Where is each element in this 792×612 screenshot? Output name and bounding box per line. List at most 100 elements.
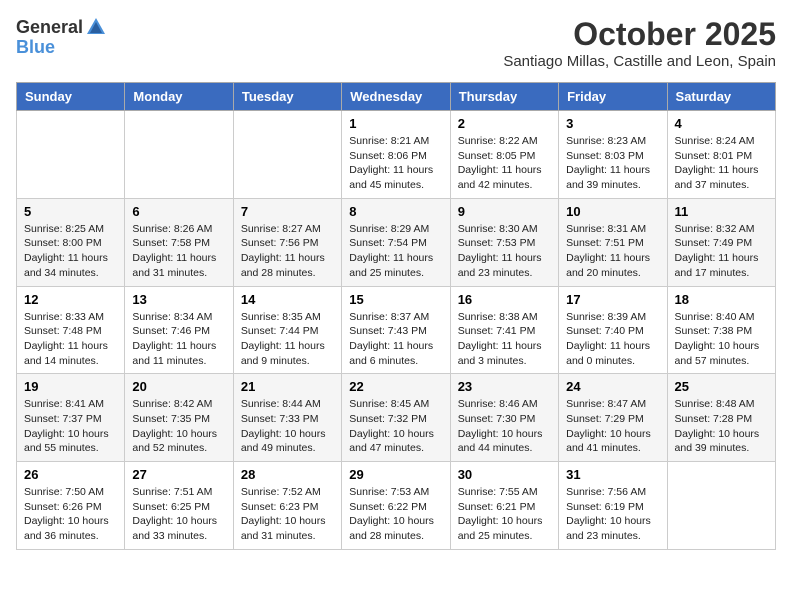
day-info: Sunrise: 8:38 AM Sunset: 7:41 PM Dayligh… — [458, 310, 551, 369]
day-number: 2 — [458, 116, 551, 131]
calendar-cell — [667, 462, 775, 550]
day-info: Sunrise: 8:34 AM Sunset: 7:46 PM Dayligh… — [132, 310, 225, 369]
calendar-cell: 27Sunrise: 7:51 AM Sunset: 6:25 PM Dayli… — [125, 462, 233, 550]
day-number: 24 — [566, 379, 659, 394]
day-number: 30 — [458, 467, 551, 482]
day-info: Sunrise: 8:27 AM Sunset: 7:56 PM Dayligh… — [241, 222, 334, 281]
day-info: Sunrise: 8:30 AM Sunset: 7:53 PM Dayligh… — [458, 222, 551, 281]
title-area: October 2025 Santiago Millas, Castille a… — [503, 16, 776, 70]
calendar-week-row: 26 Sunrise: 7:50 AM Sunset: 6:26 PM Dayli… — [17, 462, 776, 550]
day-number: 29 — [349, 467, 442, 482]
calendar-cell: 13 Sunrise: 8:34 AM Sunset: 7:46 PM Dayli… — [125, 286, 233, 374]
calendar-cell: 30 Sunrise: 7:55 AM Sunset: 6:21 PM Dayli… — [450, 462, 558, 550]
day-number: 3 — [566, 116, 659, 131]
weekday-header-row: SundayMondayTuesdayWednesdayThursdayFrid… — [17, 83, 776, 111]
calendar-cell: 1 Sunrise: 8:21 AM Sunset: 8:06 PM Daylig… — [342, 111, 450, 199]
day-info: Sunrise: 8:40 AM Sunset: 7:38 PM Dayligh… — [675, 310, 768, 369]
calendar-cell — [125, 111, 233, 199]
day-number: 14 — [241, 292, 334, 307]
day-number: 6 — [132, 204, 225, 219]
day-info: Sunrise: 8:31 AM Sunset: 7:51 PM Dayligh… — [566, 222, 659, 281]
calendar-cell: 18Sunrise: 8:40 AM Sunset: 7:38 PM Dayli… — [667, 286, 775, 374]
day-number: 11 — [675, 204, 768, 219]
weekday-header-sunday: Sunday — [17, 83, 125, 111]
calendar-cell: 5 Sunrise: 8:25 AM Sunset: 8:00 PM Daylig… — [17, 198, 125, 286]
day-info: Sunrise: 8:35 AM Sunset: 7:44 PM Dayligh… — [241, 310, 334, 369]
day-info: Sunrise: 7:56 AM Sunset: 6:19 PM Dayligh… — [566, 485, 659, 544]
weekday-header-saturday: Saturday — [667, 83, 775, 111]
calendar-cell: 9 Sunrise: 8:30 AM Sunset: 7:53 PM Daylig… — [450, 198, 558, 286]
day-number: 22 — [349, 379, 442, 394]
day-info: Sunrise: 8:21 AM Sunset: 8:06 PM Dayligh… — [349, 134, 442, 193]
calendar-cell: 22Sunrise: 8:45 AM Sunset: 7:32 PM Dayli… — [342, 374, 450, 462]
day-info: Sunrise: 8:47 AM Sunset: 7:29 PM Dayligh… — [566, 397, 659, 456]
calendar-week-row: 5 Sunrise: 8:25 AM Sunset: 8:00 PM Daylig… — [17, 198, 776, 286]
day-number: 1 — [349, 116, 442, 131]
day-number: 4 — [675, 116, 768, 131]
day-info: Sunrise: 7:53 AM Sunset: 6:22 PM Dayligh… — [349, 485, 442, 544]
day-info: Sunrise: 8:24 AM Sunset: 8:01 PM Dayligh… — [675, 134, 768, 193]
day-number: 13 — [132, 292, 225, 307]
day-number: 31 — [566, 467, 659, 482]
day-number: 15 — [349, 292, 442, 307]
day-info: Sunrise: 8:32 AM Sunset: 7:49 PM Dayligh… — [675, 222, 768, 281]
day-number: 16 — [458, 292, 551, 307]
day-info: Sunrise: 8:22 AM Sunset: 8:05 PM Dayligh… — [458, 134, 551, 193]
page-title: October 2025 — [503, 16, 776, 53]
calendar-cell: 21Sunrise: 8:44 AM Sunset: 7:33 PM Dayli… — [233, 374, 341, 462]
day-info: Sunrise: 8:39 AM Sunset: 7:40 PM Dayligh… — [566, 310, 659, 369]
calendar-cell: 14 Sunrise: 8:35 AM Sunset: 7:44 PM Dayli… — [233, 286, 341, 374]
day-info: Sunrise: 8:33 AM Sunset: 7:48 PM Dayligh… — [24, 310, 117, 369]
calendar-cell: 12 Sunrise: 8:33 AM Sunset: 7:48 PM Dayli… — [17, 286, 125, 374]
day-info: Sunrise: 7:51 AM Sunset: 6:25 PM Dayligh… — [132, 485, 225, 544]
day-info: Sunrise: 7:50 AM Sunset: 6:26 PM Dayligh… — [24, 485, 117, 544]
calendar-cell: 11 Sunrise: 8:32 AM Sunset: 7:49 PM Dayli… — [667, 198, 775, 286]
calendar-cell: 19 Sunrise: 8:41 AM Sunset: 7:37 PM Dayli… — [17, 374, 125, 462]
day-number: 12 — [24, 292, 117, 307]
calendar-cell: 3 Sunrise: 8:23 AM Sunset: 8:03 PM Daylig… — [559, 111, 667, 199]
day-info: Sunrise: 8:23 AM Sunset: 8:03 PM Dayligh… — [566, 134, 659, 193]
day-number: 26 — [24, 467, 117, 482]
calendar-cell — [233, 111, 341, 199]
calendar-cell: 29 Sunrise: 7:53 AM Sunset: 6:22 PM Dayli… — [342, 462, 450, 550]
day-number: 9 — [458, 204, 551, 219]
calendar-week-row: 1 Sunrise: 8:21 AM Sunset: 8:06 PM Daylig… — [17, 111, 776, 199]
weekday-header-thursday: Thursday — [450, 83, 558, 111]
day-number: 7 — [241, 204, 334, 219]
weekday-header-friday: Friday — [559, 83, 667, 111]
logo: General Blue — [16, 16, 107, 58]
calendar-cell: 7 Sunrise: 8:27 AM Sunset: 7:56 PM Daylig… — [233, 198, 341, 286]
day-number: 17 — [566, 292, 659, 307]
day-info: Sunrise: 8:44 AM Sunset: 7:33 PM Dayligh… — [241, 397, 334, 456]
day-info: Sunrise: 8:46 AM Sunset: 7:30 PM Dayligh… — [458, 397, 551, 456]
day-info: Sunrise: 8:37 AM Sunset: 7:43 PM Dayligh… — [349, 310, 442, 369]
page-subtitle: Santiago Millas, Castille and Leon, Spai… — [503, 53, 776, 70]
calendar-cell: 10Sunrise: 8:31 AM Sunset: 7:51 PM Dayli… — [559, 198, 667, 286]
day-info: Sunrise: 7:55 AM Sunset: 6:21 PM Dayligh… — [458, 485, 551, 544]
day-number: 25 — [675, 379, 768, 394]
day-info: Sunrise: 8:41 AM Sunset: 7:37 PM Dayligh… — [24, 397, 117, 456]
day-number: 28 — [241, 467, 334, 482]
day-number: 5 — [24, 204, 117, 219]
day-info: Sunrise: 8:25 AM Sunset: 8:00 PM Dayligh… — [24, 222, 117, 281]
weekday-header-tuesday: Tuesday — [233, 83, 341, 111]
calendar-cell: 6Sunrise: 8:26 AM Sunset: 7:58 PM Daylig… — [125, 198, 233, 286]
calendar-cell: 23 Sunrise: 8:46 AM Sunset: 7:30 PM Dayli… — [450, 374, 558, 462]
weekday-header-wednesday: Wednesday — [342, 83, 450, 111]
calendar-cell: 8Sunrise: 8:29 AM Sunset: 7:54 PM Daylig… — [342, 198, 450, 286]
calendar-table: SundayMondayTuesdayWednesdayThursdayFrid… — [16, 82, 776, 550]
calendar-cell: 20Sunrise: 8:42 AM Sunset: 7:35 PM Dayli… — [125, 374, 233, 462]
calendar-week-row: 12 Sunrise: 8:33 AM Sunset: 7:48 PM Dayli… — [17, 286, 776, 374]
calendar-week-row: 19 Sunrise: 8:41 AM Sunset: 7:37 PM Dayli… — [17, 374, 776, 462]
day-number: 20 — [132, 379, 225, 394]
calendar-cell: 26 Sunrise: 7:50 AM Sunset: 6:26 PM Dayli… — [17, 462, 125, 550]
calendar-cell: 31 Sunrise: 7:56 AM Sunset: 6:19 PM Dayli… — [559, 462, 667, 550]
calendar-cell: 2 Sunrise: 8:22 AM Sunset: 8:05 PM Daylig… — [450, 111, 558, 199]
logo-icon — [85, 16, 107, 38]
calendar-cell — [17, 111, 125, 199]
day-number: 23 — [458, 379, 551, 394]
calendar-cell: 25Sunrise: 8:48 AM Sunset: 7:28 PM Dayli… — [667, 374, 775, 462]
day-info: Sunrise: 8:29 AM Sunset: 7:54 PM Dayligh… — [349, 222, 442, 281]
calendar-cell: 24 Sunrise: 8:47 AM Sunset: 7:29 PM Dayli… — [559, 374, 667, 462]
day-number: 19 — [24, 379, 117, 394]
